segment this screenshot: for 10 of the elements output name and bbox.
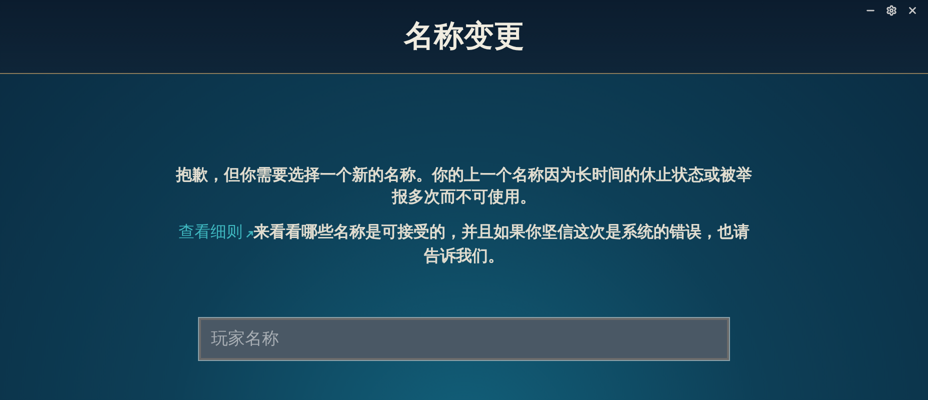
player-name-field[interactable]: 玩家名称 [199,318,729,360]
external-link-icon [244,230,254,238]
window-title: 名称变更 [404,18,524,56]
details-link[interactable]: 查看细则 [178,220,254,244]
details-text: 查看细则 来看看哪些名称是可接受的，并且如果你坚信这次是系统的错误，也请告诉我们。 [178,220,750,267]
close-icon [907,5,918,16]
close-button[interactable] [907,5,918,16]
settings-icon [886,5,897,16]
message-text: 抱歉，但你需要选择一个新的名称。你的上一个名称因为长时间的休止状态或被举报多次而不可使用。 [174,164,753,208]
settings-button[interactable] [886,5,897,16]
